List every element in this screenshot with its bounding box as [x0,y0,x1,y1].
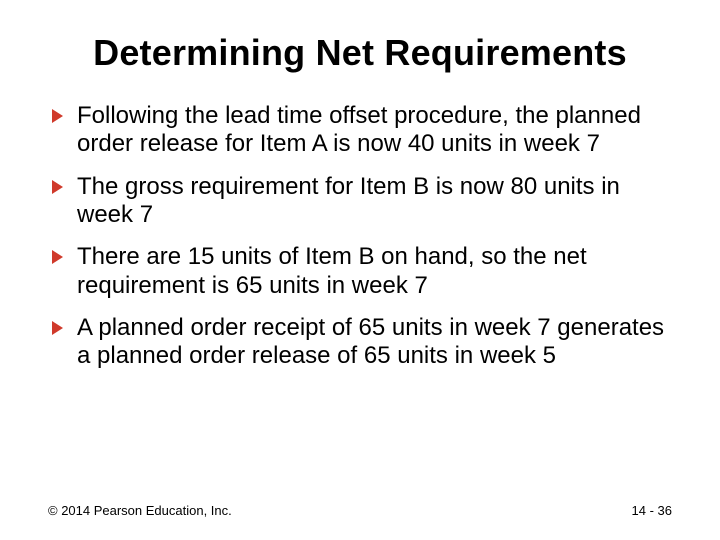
slide-title: Determining Net Requirements [48,32,672,74]
list-item-text: There are 15 units of Item B on hand, so… [77,243,672,300]
triangle-bullet-icon [52,109,63,123]
list-item: There are 15 units of Item B on hand, so… [52,243,672,300]
list-item-text: A planned order receipt of 65 units in w… [77,314,672,371]
list-item: The gross requirement for Item B is now … [52,173,672,230]
list-item: Following the lead time offset procedure… [52,102,672,159]
list-item-text: The gross requirement for Item B is now … [77,173,672,230]
page-number: 14 - 36 [632,503,672,518]
list-item-text: Following the lead time offset procedure… [77,102,672,159]
slide: Determining Net Requirements Following t… [0,0,720,540]
triangle-bullet-icon [52,321,63,335]
triangle-bullet-icon [52,250,63,264]
copyright-text: © 2014 Pearson Education, Inc. [48,503,232,518]
bullet-list: Following the lead time offset procedure… [48,102,672,371]
list-item: A planned order receipt of 65 units in w… [52,314,672,371]
slide-footer: © 2014 Pearson Education, Inc. 14 - 36 [48,503,672,518]
triangle-bullet-icon [52,180,63,194]
